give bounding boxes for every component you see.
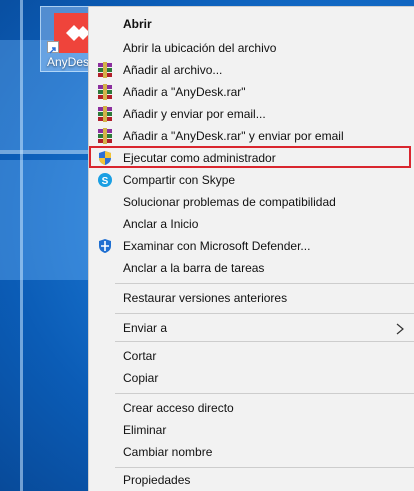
menu-item-label: Eliminar [123,423,167,437]
menu-item-label: Cortar [123,349,157,363]
menu-item-label: Examinar con Microsoft Defender... [123,239,311,253]
menu-separator [115,313,414,314]
menu-item-label: Anclar a la barra de tareas [123,261,265,275]
menu-item-open[interactable]: Abrir [89,13,414,35]
menu-separator [115,393,414,394]
menu-item-label: Crear acceso directo [123,401,234,415]
menu-separator [115,467,414,468]
menu-separator [115,283,414,284]
menu-item-label: Añadir a "AnyDesk.rar" [123,85,246,99]
menu-item-label: Añadir al archivo... [123,63,223,77]
menu-item-label: Abrir [123,17,152,31]
menu-item-share-skype[interactable]: S Compartir con Skype [89,169,414,191]
menu-item-label: Copiar [123,371,159,385]
menu-item-label: Restaurar versiones anteriores [123,291,288,305]
menu-item-copy[interactable]: Copiar [89,367,414,389]
desktop-seam [20,0,23,491]
menu-item-restore-previous[interactable]: Restaurar versiones anteriores [89,287,414,309]
menu-item-create-shortcut[interactable]: Crear acceso directo [89,397,414,419]
menu-item-add-to-rar-and-email[interactable]: Añadir a "AnyDesk.rar" y enviar por emai… [89,125,414,147]
chevron-right-icon [393,321,407,335]
menu-item-add-to-rar[interactable]: Añadir a "AnyDesk.rar" [89,81,414,103]
menu-item-add-to-archive[interactable]: Añadir al archivo... [89,59,414,81]
winrar-icon [97,106,113,122]
menu-separator [115,341,414,342]
menu-item-delete[interactable]: Eliminar [89,419,414,441]
context-menu: Abrir Abrir la ubicación del archivo Aña… [88,6,414,491]
menu-item-label: Enviar a [123,321,168,335]
winrar-icon [97,62,113,78]
menu-item-label: Añadir y enviar por email... [123,107,266,121]
menu-item-send-to[interactable]: Enviar a [89,317,414,339]
menu-item-label: Solucionar problemas de compatibilidad [123,195,336,209]
winrar-icon [97,128,113,144]
menu-item-label: Anclar a Inicio [123,217,199,231]
menu-item-label: Añadir a "AnyDesk.rar" y enviar por emai… [123,129,344,143]
menu-item-label: Ejecutar como administrador [123,151,276,165]
skype-icon: S [97,172,113,188]
menu-item-cut[interactable]: Cortar [89,345,414,367]
desktop-seam [0,150,90,154]
menu-item-properties[interactable]: Propiedades [89,469,414,491]
menu-item-pin-to-taskbar[interactable]: Anclar a la barra de tareas [89,257,414,279]
menu-item-label: Compartir con Skype [123,173,236,187]
svg-text:S: S [102,176,109,187]
uac-shield-icon [97,150,113,166]
defender-icon [97,238,113,254]
menu-item-rename[interactable]: Cambiar nombre [89,441,414,463]
menu-item-label: Abrir la ubicación del archivo [123,41,277,55]
menu-item-pin-to-start[interactable]: Anclar a Inicio [89,213,414,235]
menu-item-scan-defender[interactable]: Examinar con Microsoft Defender... [89,235,414,257]
menu-item-label: Cambiar nombre [123,445,213,459]
menu-item-label: Propiedades [123,473,191,487]
menu-item-run-as-admin[interactable]: Ejecutar como administrador [89,147,414,169]
shortcut-arrow-icon [47,41,59,54]
menu-item-troubleshoot-compat[interactable]: Solucionar problemas de compatibilidad [89,191,414,213]
menu-item-add-and-email[interactable]: Añadir y enviar por email... [89,103,414,125]
desktop-light-pane [0,160,90,280]
menu-item-open-file-location[interactable]: Abrir la ubicación del archivo [89,37,414,59]
winrar-icon [97,84,113,100]
